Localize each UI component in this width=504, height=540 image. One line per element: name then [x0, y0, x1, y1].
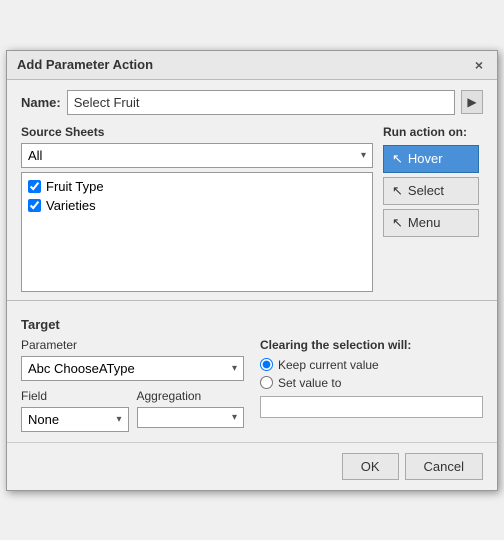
source-sheets-section: Source Sheets All ▾ Fruit Type Varieties: [21, 125, 373, 292]
run-action-section: Run action on: ↖ Hover ↖ Select ↖ Menu: [383, 125, 483, 292]
cancel-button[interactable]: Cancel: [405, 453, 483, 480]
hover-button[interactable]: ↖ Hover: [383, 145, 479, 173]
parameter-label: Parameter: [21, 338, 244, 352]
set-value-label: Set value to: [278, 376, 341, 390]
dialog-title: Add Parameter Action: [17, 57, 153, 72]
keep-current-option: Keep current value: [260, 358, 483, 372]
select-icon: ↖: [392, 183, 403, 199]
fruit-type-checkbox[interactable]: [28, 180, 41, 193]
bottom-buttons: OK Cancel: [7, 442, 497, 490]
dialog-body: Name: ▶ Source Sheets All ▾ Fruit Type: [7, 80, 497, 292]
ok-button[interactable]: OK: [342, 453, 399, 480]
target-content: Parameter Abc ChooseAType ▾ Field None ▾…: [21, 338, 483, 432]
menu-label: Menu: [408, 215, 441, 230]
parameter-dropdown[interactable]: Abc ChooseAType ▾: [21, 356, 244, 381]
sheets-list: Fruit Type Varieties: [21, 172, 373, 292]
select-button[interactable]: ↖ Select: [383, 177, 479, 205]
varieties-checkbox[interactable]: [28, 199, 41, 212]
top-section: Source Sheets All ▾ Fruit Type Varieties: [21, 125, 483, 292]
parameter-value: Abc ChooseAType: [28, 361, 135, 376]
sheets-dropdown-arrow: ▾: [361, 150, 366, 161]
name-row: Name: ▶: [21, 90, 483, 115]
keep-current-label: Keep current value: [278, 358, 379, 372]
field-value: None: [28, 412, 59, 427]
sheets-dropdown[interactable]: All ▾: [21, 143, 373, 168]
varieties-label: Varieties: [46, 198, 96, 213]
aggregation-column: Aggregation ▾: [137, 389, 245, 432]
menu-button[interactable]: ↖ Menu: [383, 209, 479, 237]
field-dropdown-arrow: ▾: [116, 414, 121, 425]
divider: [7, 300, 497, 301]
field-label: Field: [21, 389, 129, 403]
target-section: Target Parameter Abc ChooseAType ▾ Field…: [7, 309, 497, 442]
clearing-label: Clearing the selection will:: [260, 338, 483, 352]
title-bar: Add Parameter Action ×: [7, 51, 497, 80]
list-item: Fruit Type: [28, 179, 366, 194]
target-label: Target: [21, 317, 483, 332]
run-action-label: Run action on:: [383, 125, 467, 139]
field-column: Field None ▾: [21, 389, 129, 432]
menu-icon: ↖: [392, 215, 403, 231]
add-parameter-action-dialog: Add Parameter Action × Name: ▶ Source Sh…: [6, 50, 498, 491]
aggregation-dropdown[interactable]: ▾: [137, 407, 245, 428]
name-input[interactable]: [67, 90, 455, 115]
field-dropdown[interactable]: None ▾: [21, 407, 129, 432]
set-value-input[interactable]: [260, 396, 483, 418]
target-left: Parameter Abc ChooseAType ▾ Field None ▾…: [21, 338, 244, 432]
list-item: Varieties: [28, 198, 366, 213]
set-value-option: Set value to: [260, 376, 483, 390]
target-right: Clearing the selection will: Keep curren…: [260, 338, 483, 432]
set-value-radio[interactable]: [260, 376, 273, 389]
close-button[interactable]: ×: [471, 57, 487, 73]
name-label: Name:: [21, 95, 61, 110]
hover-icon: ↖: [392, 151, 403, 167]
parameter-dropdown-arrow: ▾: [232, 363, 237, 374]
sheets-dropdown-value: All: [28, 148, 42, 163]
aggregation-label: Aggregation: [137, 389, 245, 403]
field-agg-row: Field None ▾ Aggregation ▾: [21, 389, 244, 432]
fruit-type-label: Fruit Type: [46, 179, 104, 194]
keep-current-radio[interactable]: [260, 358, 273, 371]
select-label: Select: [408, 183, 444, 198]
hover-label: Hover: [408, 151, 443, 166]
aggregation-dropdown-arrow: ▾: [232, 412, 237, 423]
name-arrow-button[interactable]: ▶: [461, 90, 483, 114]
source-sheets-label: Source Sheets: [21, 125, 373, 139]
